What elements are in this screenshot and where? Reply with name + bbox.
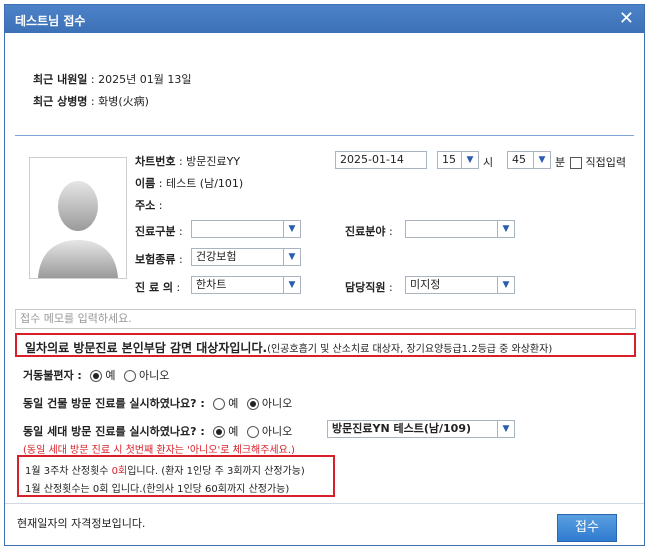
count-line2: 1월 산정횟수는 0회 입니다.(한의사 1인당 60회까지 산정가능): [25, 484, 290, 495]
same-household-question: 동일 세대 방문 진료를 실시하였나요? :: [23, 425, 205, 438]
recent-visit-row: 최근 내원일 : 2025년 01월 13일: [33, 71, 191, 87]
household-patient-select[interactable]: 방문진료YN 테스트(남/109) ▼: [327, 420, 515, 438]
visit-type-label-row: 진료구분 :: [135, 223, 183, 239]
notice-detail: (인공호흡기 및 산소치료 대상자, 장기요양등급1.2등급 중 와상환자): [267, 344, 553, 355]
department-label-row: 진료분야 :: [345, 223, 393, 239]
chevron-down-icon[interactable]: ▼: [461, 152, 478, 168]
department-colon: :: [385, 225, 393, 238]
same-building-row: 동일 건물 방문 진료를 실시하였나요? : 예 아니오: [23, 395, 292, 411]
same-building-no-label: 아니오: [261, 397, 293, 410]
address-value: :: [155, 199, 163, 212]
memo-input[interactable]: 접수 메모를 입력하세요.: [15, 309, 636, 329]
date-input[interactable]: 2025-01-14: [335, 151, 427, 169]
chevron-down-icon[interactable]: ▼: [497, 221, 514, 237]
name-row: 이름 : 테스트 (남/101): [135, 175, 243, 191]
chevron-down-icon[interactable]: ▼: [283, 277, 300, 293]
hour-value: 15: [442, 153, 456, 166]
mobility-no-label: 아니오: [138, 369, 170, 382]
mobility-label: 거동불편자 :: [23, 369, 82, 382]
minute-select[interactable]: 45 ▼: [507, 151, 551, 169]
mobility-row: 거동불편자 : 예 아니오: [23, 367, 169, 383]
direct-input-checkbox[interactable]: [570, 157, 582, 169]
recent-illness-row: 최근 상병명 : 화병(火病): [33, 93, 149, 109]
visit-type-label: 진료구분: [135, 225, 176, 238]
recent-illness-value: : 화병(火病): [87, 95, 149, 108]
staff-label: 담당직원: [345, 281, 386, 294]
same-building-no-radio[interactable]: [246, 398, 259, 410]
recent-visit-label: 최근 내원일: [33, 73, 88, 86]
chart-number-value: : 방문진료YY: [175, 155, 241, 168]
chevron-down-icon[interactable]: ▼: [533, 152, 550, 168]
mobility-yes-label: 예: [105, 369, 116, 382]
count-box: 1월 3주차 산정횟수 0회입니다. (환자 1인당 주 3회까지 산정가능) …: [17, 455, 335, 497]
qualification-text: 현재일자의 자격정보입니다.: [17, 517, 146, 530]
notice-main: 일차의료 방문진료 본인부담 감면 대상자입니다.: [25, 341, 268, 355]
doctor-colon: :: [173, 281, 181, 294]
mobility-yes-radio[interactable]: [90, 370, 103, 382]
footer-divider: [5, 503, 644, 504]
same-household-row: 동일 세대 방문 진료를 실시하였나요? : 예 아니오: [23, 423, 292, 439]
address-row: 주소 :: [135, 197, 162, 213]
direct-input-label: 직접입력: [585, 156, 626, 169]
chevron-down-icon[interactable]: ▼: [283, 221, 300, 237]
insurance-label-row: 보험종류 :: [135, 251, 183, 267]
staff-colon: :: [385, 281, 393, 294]
doctor-value: 한차트: [196, 278, 227, 291]
insurance-select[interactable]: 건강보험 ▼: [191, 248, 301, 266]
department-select[interactable]: ▼: [405, 220, 515, 238]
count-line1-suffix: 입니다. (환자 1인당 주 3회까지 산정가능): [127, 466, 305, 477]
staff-select[interactable]: 미지정 ▼: [405, 276, 515, 294]
close-icon[interactable]: ✕: [619, 8, 634, 29]
hour-select[interactable]: 15 ▼: [437, 151, 479, 169]
same-building-yes-label: 예: [228, 397, 239, 410]
title-bar: 테스트님 접수 ✕: [5, 5, 644, 33]
address-label: 주소: [135, 199, 156, 212]
staff-label-row: 담당직원 :: [345, 279, 393, 295]
doctor-label-row: 진 료 의 :: [135, 279, 180, 295]
chevron-down-icon[interactable]: ▼: [497, 277, 514, 293]
insurance-colon: :: [175, 253, 183, 266]
submit-button[interactable]: 접수: [557, 514, 617, 542]
chevron-down-icon[interactable]: ▼: [283, 249, 300, 265]
notice-text: 일차의료 방문진료 본인부담 감면 대상자입니다.(인공호흡기 및 산소치료 대…: [25, 339, 552, 356]
notice-box: 일차의료 방문진료 본인부담 감면 대상자입니다.(인공호흡기 및 산소치료 대…: [15, 333, 636, 357]
minute-value: 45: [512, 153, 526, 166]
chevron-down-icon[interactable]: ▼: [497, 421, 514, 437]
count-line1: 1월 3주차 산정횟수 0회입니다. (환자 1인당 주 3회까지 산정가능): [25, 462, 305, 477]
insurance-value: 건강보험: [196, 250, 237, 263]
dialog-title: 테스트님 접수: [15, 14, 86, 28]
recent-illness-label: 최근 상병명: [33, 95, 88, 108]
chart-number-row: 차트번호 : 방문진료YY: [135, 153, 240, 169]
visit-type-select[interactable]: ▼: [191, 220, 301, 238]
recent-visit-value: : 2025년 01월 13일: [87, 73, 192, 86]
doctor-select[interactable]: 한차트 ▼: [191, 276, 301, 294]
doctor-label: 진 료 의: [135, 281, 174, 294]
count-line1-prefix: 1월 3주차 산정횟수: [25, 466, 112, 477]
avatar-silhouette-icon: [38, 181, 118, 278]
name-label: 이름: [135, 177, 156, 190]
household-warning: (동일 세대 방문 진료 시 첫번째 환자는 '아니오'로 체크해주세요.): [23, 445, 295, 456]
department-label: 진료분야: [345, 225, 386, 238]
visit-type-colon: :: [175, 225, 183, 238]
same-household-yes-label: 예: [228, 425, 239, 438]
same-building-question: 동일 건물 방문 진료를 실시하였나요? :: [23, 397, 205, 410]
name-value: : 테스트 (남/101): [155, 177, 244, 190]
insurance-label: 보험종류: [135, 253, 176, 266]
chart-number-label: 차트번호: [135, 155, 176, 168]
reception-dialog: 테스트님 접수 ✕ 최근 내원일 : 2025년 01월 13일 최근 상병명 …: [4, 4, 645, 546]
same-household-no-label: 아니오: [261, 425, 293, 438]
staff-value: 미지정: [410, 278, 441, 291]
same-household-no-radio[interactable]: [246, 426, 259, 438]
patient-photo: [29, 157, 127, 279]
household-patient-value: 방문진료YN 테스트(남/109): [332, 422, 471, 435]
direct-input-toggle[interactable]: 직접입력: [570, 154, 626, 170]
same-building-yes-radio[interactable]: [213, 398, 226, 410]
mobility-no-radio[interactable]: [123, 370, 136, 382]
count-line1-count: 0회: [111, 466, 128, 477]
section-divider: [15, 135, 634, 136]
minute-unit: 분: [555, 156, 566, 169]
hour-unit: 시: [483, 156, 494, 169]
same-household-yes-radio[interactable]: [213, 426, 226, 438]
